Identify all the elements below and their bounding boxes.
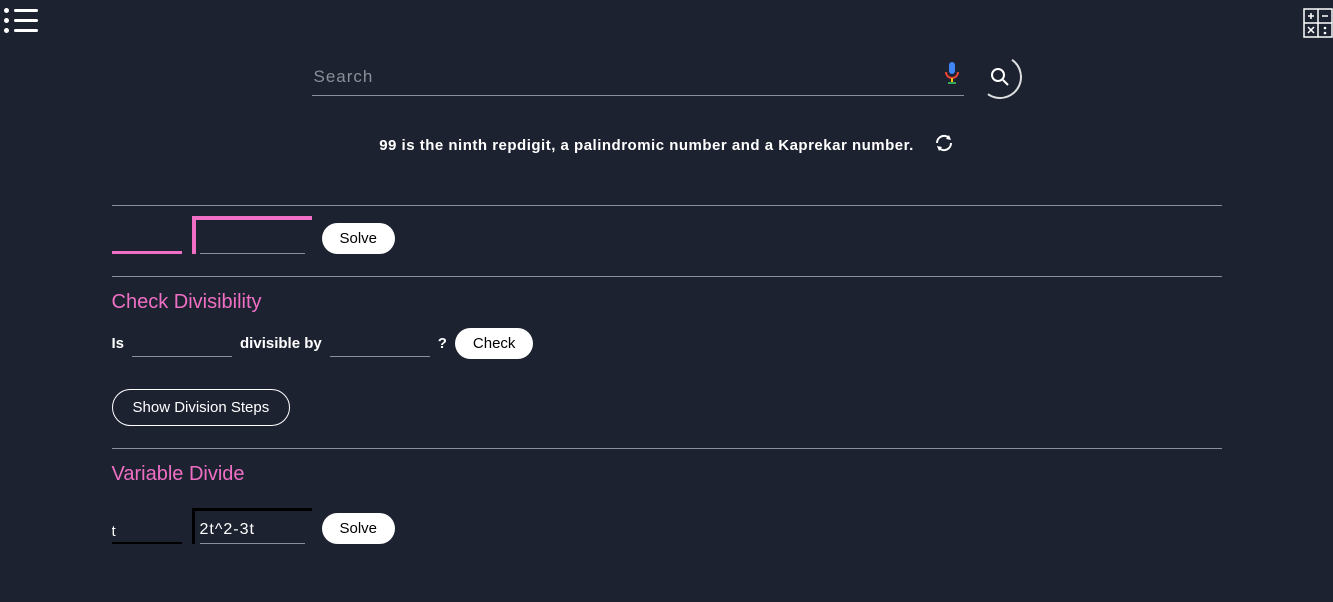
divisible-by-label: divisible by — [240, 335, 322, 352]
refresh-icon[interactable] — [934, 133, 954, 157]
menu-icon[interactable] — [4, 8, 38, 38]
variable-divide-title: Variable Divide — [112, 463, 1222, 486]
divider — [112, 448, 1222, 449]
check-button[interactable]: Check — [455, 328, 534, 359]
search-input[interactable] — [312, 59, 936, 95]
long-division-dividend-input[interactable] — [200, 228, 305, 254]
long-division-solve-button[interactable]: Solve — [322, 223, 396, 254]
search-icon — [990, 67, 1010, 87]
divisibility-b-input[interactable] — [330, 331, 430, 357]
steps-row: Show Division Steps — [112, 389, 1222, 426]
search-button[interactable] — [978, 55, 1022, 99]
long-division-divisor-input[interactable] — [112, 232, 182, 254]
search-input-wrap — [312, 59, 964, 96]
fact-text: 99 is the ninth repdigit, a palindromic … — [379, 137, 914, 154]
variable-divide-bracket — [192, 508, 312, 544]
question-mark: ? — [438, 335, 447, 352]
divider — [112, 276, 1222, 277]
long-division-bracket — [192, 216, 312, 254]
microphone-icon[interactable] — [942, 61, 962, 92]
variable-divide-solve-button[interactable]: Solve — [322, 513, 396, 544]
divisibility-a-input[interactable] — [132, 331, 232, 357]
main-content: 99 is the ninth repdigit, a palindromic … — [112, 0, 1222, 544]
calculator-icon[interactable] — [1303, 8, 1333, 38]
fact-row: 99 is the ninth repdigit, a palindromic … — [112, 133, 1222, 157]
divisibility-row: Is divisible by ? Check — [112, 328, 1222, 359]
search-row — [112, 55, 1222, 99]
variable-divide-dividend-input[interactable] — [200, 517, 305, 544]
divisibility-title: Check Divisibility — [112, 291, 1222, 314]
variable-divide-row: Solve — [112, 504, 1222, 544]
long-division-row: Solve — [112, 214, 1222, 254]
is-label: Is — [112, 335, 125, 352]
divider — [112, 205, 1222, 206]
show-division-steps-button[interactable]: Show Division Steps — [112, 389, 291, 426]
variable-divide-divisor-input[interactable] — [112, 523, 182, 544]
